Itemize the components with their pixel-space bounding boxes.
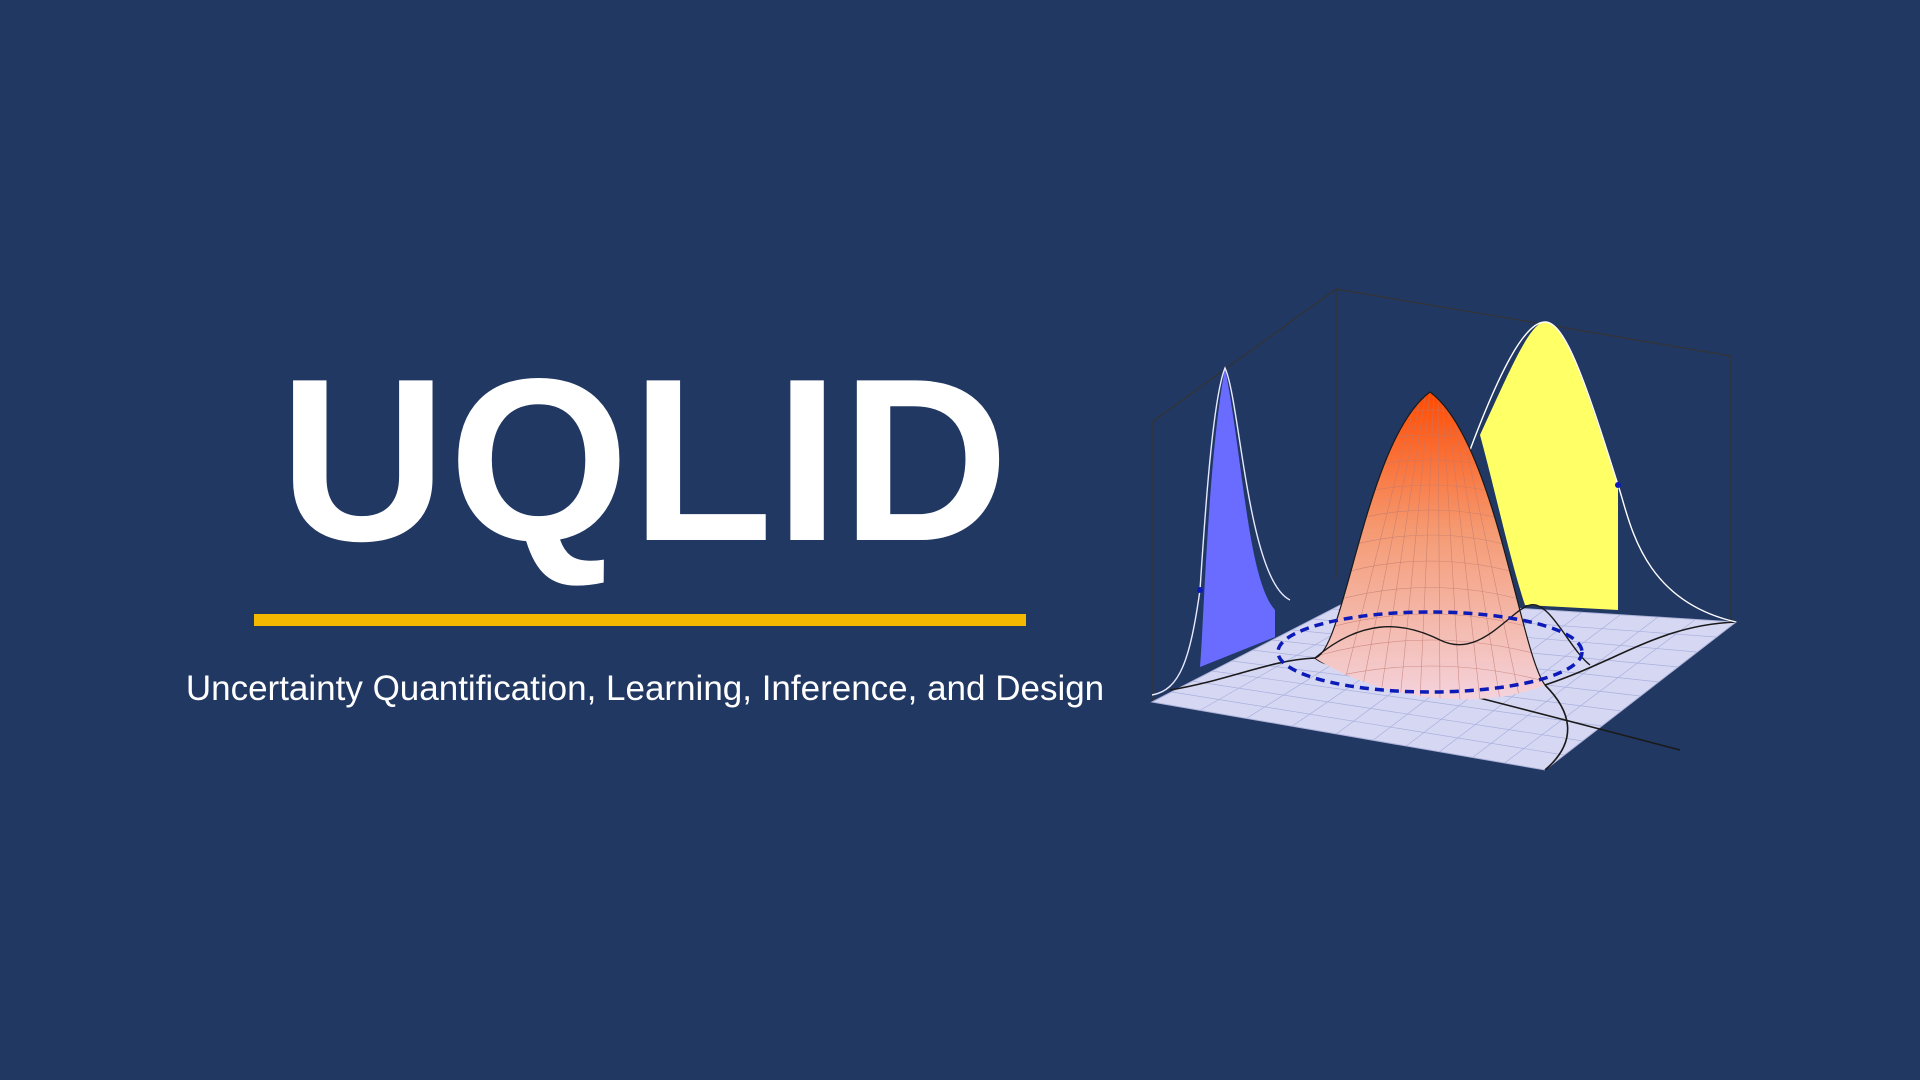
bivariate-gaussian-illustration — [1150, 288, 1738, 771]
slide: UQLID Uncertainty Quantification, Learni… — [0, 0, 1920, 1080]
contour-point-right — [1615, 482, 1621, 488]
contour-point-left — [1197, 587, 1203, 593]
page-subtitle: Uncertainty Quantification, Learning, In… — [185, 669, 1105, 708]
page-title: UQLID — [279, 331, 1011, 590]
title-underline — [254, 614, 1026, 626]
